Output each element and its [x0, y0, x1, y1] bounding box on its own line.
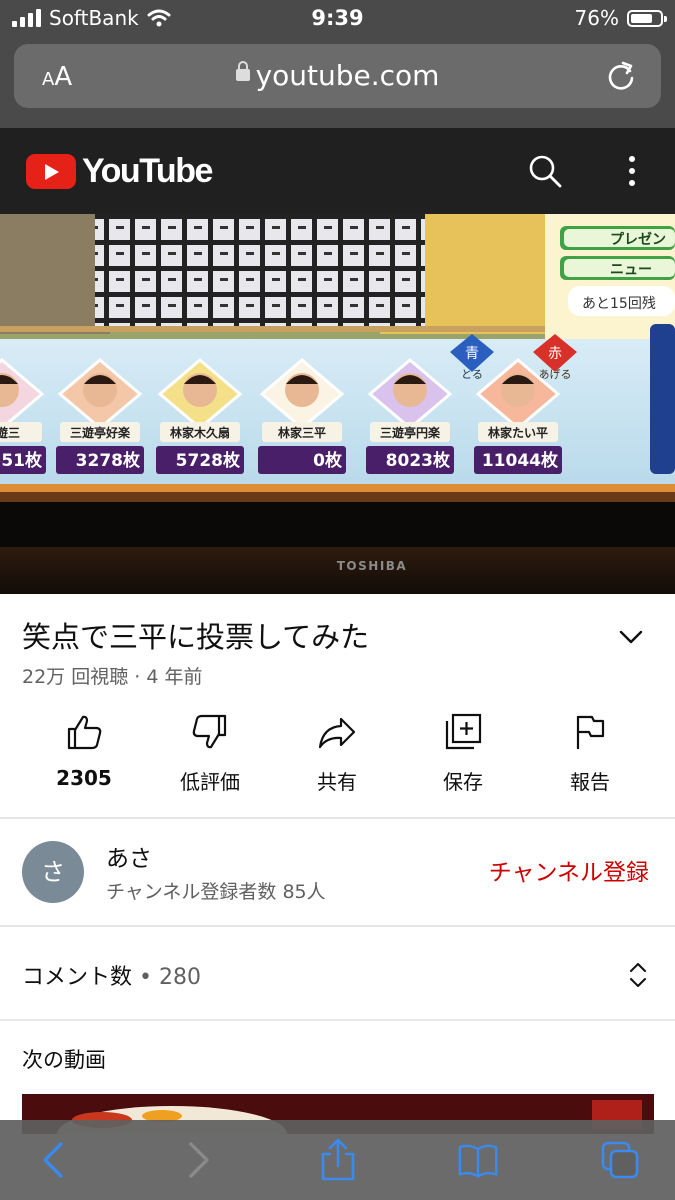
status-bar: SoftBank 9:39 76% — [0, 0, 675, 40]
add-to-playlist-icon — [445, 713, 482, 750]
url-text: youtube.com — [255, 59, 440, 92]
subscribe-button[interactable]: チャンネル登録 — [489, 853, 649, 887]
url-display[interactable]: youtube.com — [14, 59, 661, 92]
channel-row[interactable]: さ あさ チャンネル登録者数 85人 チャンネル登録 — [0, 819, 675, 925]
video-title: 笑点で三平に投票してみた — [22, 620, 370, 654]
contestant-score: 8023枚 — [386, 450, 451, 471]
comments-separator: • — [132, 965, 159, 990]
contestant-score: 11044枚 — [482, 450, 559, 471]
battery-status: 76% — [574, 6, 667, 30]
dislike-label: 低評価 — [180, 770, 240, 794]
contestant-name: 林家木久扇 — [170, 425, 230, 440]
more-options-icon[interactable] — [620, 152, 644, 190]
share-sheet-icon[interactable] — [318, 1138, 358, 1182]
svg-text:あげる: あげる — [539, 368, 572, 381]
save-button[interactable]: 保存 — [408, 712, 518, 795]
comments-label: コメント数 • 280 — [22, 959, 201, 991]
subscriber-count: チャンネル登録者数 85人 — [106, 881, 326, 903]
youtube-header: YouTube — [0, 128, 675, 214]
thumbs-up-icon — [67, 715, 102, 750]
report-label: 報告 — [570, 770, 610, 794]
contestant-score: 0枚 — [313, 450, 343, 471]
address-bar[interactable]: AA youtube.com — [14, 44, 661, 108]
tabs-icon[interactable] — [600, 1138, 640, 1182]
report-button[interactable]: 報告 — [535, 712, 645, 795]
menu-button-2: ニュー — [610, 262, 652, 278]
bookmarks-icon[interactable] — [458, 1138, 498, 1182]
dislike-button[interactable]: 低評価 — [155, 712, 265, 795]
contestant-name: 三遊亭好楽 — [70, 425, 131, 440]
reload-icon[interactable] — [603, 58, 639, 94]
search-icon[interactable] — [526, 152, 564, 190]
expand-collapse-icon[interactable] — [627, 961, 649, 989]
like-button[interactable]: 2305 — [29, 712, 139, 790]
channel-name[interactable]: あさ — [106, 839, 152, 873]
video-meta: 22万 回視聴 · 4 年前 — [22, 666, 203, 688]
thumbs-down-icon — [192, 714, 227, 749]
flag-icon — [576, 715, 605, 749]
comments-title: コメント数 — [22, 965, 133, 990]
battery-icon — [627, 9, 667, 27]
back-arrow-icon[interactable] — [34, 1138, 74, 1182]
remaining-text: あと15回残 — [582, 296, 656, 312]
up-next-heading: 次の動画 — [22, 1048, 106, 1072]
avatar[interactable]: さ — [22, 841, 84, 903]
lock-icon — [235, 61, 250, 81]
svg-text:赤: 赤 — [548, 346, 562, 362]
contestant-name: 小遊三 — [0, 425, 20, 440]
contestant-score: 551枚 — [0, 450, 43, 471]
share-button[interactable]: 共有 — [282, 712, 392, 795]
battery-percent: 76% — [574, 6, 619, 30]
youtube-wordmark: YouTube — [82, 152, 213, 190]
contestant-score: 3278枚 — [76, 450, 141, 471]
share-label: 共有 — [317, 770, 357, 794]
tv-brand-label: TOSHIBA — [337, 559, 407, 573]
contestant-name: 林家三平 — [278, 425, 326, 440]
youtube-play-icon — [26, 154, 76, 189]
action-bar: 2305 低評価 共有 保存 報告 — [0, 712, 675, 812]
save-label: 保存 — [443, 770, 483, 794]
comments-count: 280 — [158, 965, 201, 990]
comments-section[interactable]: コメント数 • 280 — [0, 927, 675, 1019]
share-arrow-icon — [318, 717, 356, 749]
video-frame: プレゼン ニュー あと15回残 青 とる 赤 あげる 小遊三 551枚 三遊亭好楽 3… — [0, 214, 675, 594]
video-player[interactable]: プレゼン ニュー あと15回残 青 とる 赤 あげる 小遊三 551枚 三遊亭好楽 3… — [0, 214, 675, 594]
chevron-down-icon[interactable] — [618, 624, 644, 650]
forward-arrow-icon[interactable] — [178, 1138, 218, 1182]
youtube-logo[interactable]: YouTube — [26, 152, 213, 191]
contestant-name: 林家たい平 — [488, 425, 548, 440]
like-count: 2305 — [56, 766, 112, 790]
browser-address-area: AA youtube.com — [0, 40, 675, 128]
browser-toolbar — [0, 1120, 675, 1200]
contestant-score: 5728枚 — [176, 450, 241, 471]
menu-button-1: プレゼン — [610, 231, 666, 248]
svg-text:青: 青 — [465, 346, 479, 362]
divider — [0, 1019, 675, 1021]
svg-text:とる: とる — [461, 368, 483, 381]
contestant-name: 三遊亭円楽 — [380, 425, 441, 440]
